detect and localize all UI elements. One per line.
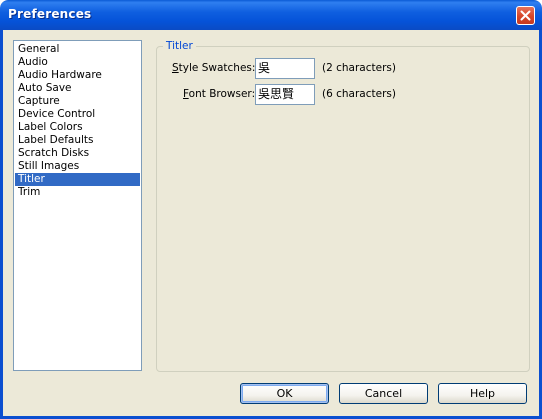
ok-button[interactable]: OK: [240, 383, 329, 404]
window-title: Preferences: [8, 7, 92, 21]
category-list[interactable]: General Audio Audio Hardware Auto Save C…: [13, 40, 142, 371]
list-item-scratch-disks[interactable]: Scratch Disks: [15, 147, 140, 160]
cancel-button[interactable]: Cancel: [339, 383, 428, 404]
list-item-trim[interactable]: Trim: [15, 186, 140, 199]
list-item-auto-save[interactable]: Auto Save: [15, 82, 140, 95]
list-item-label-defaults[interactable]: Label Defaults: [15, 134, 140, 147]
list-item-capture[interactable]: Capture: [15, 95, 140, 108]
close-icon: [520, 10, 531, 21]
title-bar[interactable]: Preferences: [0, 0, 542, 30]
list-item-device-control[interactable]: Device Control: [15, 108, 140, 121]
list-item-general[interactable]: General: [15, 43, 140, 56]
font-browser-input[interactable]: 吳思賢: [255, 84, 315, 105]
list-item-label-colors[interactable]: Label Colors: [15, 121, 140, 134]
style-swatches-input[interactable]: 吳: [255, 58, 315, 79]
style-swatches-mnemonic: S: [172, 62, 179, 74]
close-button[interactable]: [516, 6, 535, 25]
group-legend: Titler: [163, 40, 196, 52]
style-swatches-note: (2 characters): [322, 62, 396, 74]
font-browser-note: (6 characters): [322, 88, 396, 100]
font-browser-label-text: ont Browser:: [188, 88, 256, 100]
help-button[interactable]: Help: [438, 383, 527, 404]
list-item-audio-hardware[interactable]: Audio Hardware: [15, 69, 140, 82]
list-item-audio[interactable]: Audio: [15, 56, 140, 69]
window-frame-left: [0, 30, 3, 419]
style-swatches-label-text: tyle Swatches:: [178, 62, 256, 74]
preferences-dialog: Preferences General Audio Audio Hardware…: [0, 0, 542, 419]
style-swatches-label: Style Swatches:: [172, 62, 255, 75]
list-item-still-images[interactable]: Still Images: [15, 160, 140, 173]
list-item-titler[interactable]: Titler: [15, 173, 140, 186]
font-browser-label: Font Browser:: [183, 88, 255, 101]
